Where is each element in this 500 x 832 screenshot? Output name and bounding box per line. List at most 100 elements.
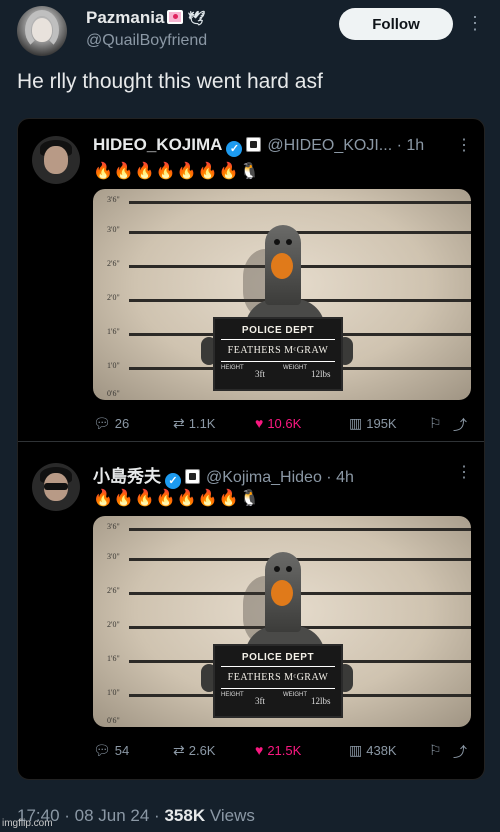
reply-stat: 💬︎ 54 xyxy=(93,742,129,759)
views-stat: ▥ 195K xyxy=(349,415,397,432)
views-count: 438K xyxy=(366,743,397,758)
penguin-beak xyxy=(271,253,293,279)
repost-stat: ⇄ 1.1K xyxy=(173,415,215,432)
like-count: 10.6K xyxy=(267,415,302,431)
embedded-screenshot[interactable]: HIDEO_KOJIMA ✓ @HIDEO_KOJI... · 1h ⋮ 🔥🔥🔥🔥🔥… xyxy=(17,118,485,780)
author-handle[interactable]: @QuailBoyfriend xyxy=(86,32,207,50)
height-tick: 3'6" xyxy=(107,522,120,531)
height-tick: 3'6" xyxy=(107,195,120,204)
height-tick: 2'6" xyxy=(107,259,120,268)
plaque-name: FEATHERS MᶜGRAW xyxy=(227,345,329,356)
tweet-divider xyxy=(18,441,484,442)
height-tick: 2'6" xyxy=(107,586,120,595)
views-total: 358K xyxy=(164,806,206,825)
embedded-action-bar: 💬︎ 26 ⇄ 1.1K ♥ 10.6K ▥ 195K ⚐ ⤴ xyxy=(93,415,471,433)
plaque-divider xyxy=(221,688,335,689)
penguin-eye xyxy=(274,566,280,572)
height-value: 3ft xyxy=(255,696,265,706)
height-tick: 2'0" xyxy=(107,620,120,629)
embedded-name: 小島秀夫 xyxy=(93,467,161,486)
author-display-name[interactable]: Pazmania 🕊 xyxy=(86,8,205,28)
mugshot-plaque: POLICE DEPT FEATHERS MᶜGRAW HEIGHT 3ft W… xyxy=(213,644,343,718)
embedded-author: HIDEO_KOJIMA ✓ @HIDEO_KOJI... · 1h xyxy=(93,135,424,157)
weight-value: 12lbs xyxy=(311,369,331,379)
height-tick: 0'6" xyxy=(107,716,120,725)
plaque-title: POLICE DEPT xyxy=(241,652,315,663)
embedded-action-bar: 💬︎ 54 ⇄ 2.6K ♥ 21.5K ▥ 438K ⚐ ⤴ xyxy=(93,742,471,760)
bar-chart-icon: ▥ xyxy=(349,415,363,431)
views-label: Views xyxy=(209,806,255,825)
more-options-icon: ⋮ xyxy=(456,464,472,481)
verified-icon: ✓ xyxy=(226,141,243,157)
weight-value: 12lbs xyxy=(311,696,331,706)
bar-chart-icon: ▥ xyxy=(349,742,363,758)
bookmark-icon: ⚐ xyxy=(429,742,442,758)
mugshot-photo: 3'6" 3'0" 2'6" 2'0" 1'6" 1'0" 0'6" POLIC… xyxy=(93,516,471,727)
height-tick: 2'0" xyxy=(107,293,120,302)
embedded-tweet: HIDEO_KOJIMA ✓ @HIDEO_KOJI... · 1h ⋮ 🔥🔥🔥🔥🔥… xyxy=(18,119,484,442)
plaque-title: POLICE DEPT xyxy=(241,325,315,336)
height-label: HEIGHT xyxy=(221,365,244,371)
more-options-icon[interactable]: ⋮ xyxy=(466,12,484,34)
like-stat: ♥ 21.5K xyxy=(255,742,301,758)
height-tick: 1'0" xyxy=(107,688,120,697)
height-tick: 3'0" xyxy=(107,552,120,561)
verified-icon: ✓ xyxy=(165,473,181,489)
affiliate-badge-icon xyxy=(246,137,262,152)
repost-count: 2.6K xyxy=(188,743,216,758)
plaque-divider xyxy=(221,361,335,362)
height-value: 3ft xyxy=(255,369,265,379)
height-tick: 0'6" xyxy=(107,389,120,398)
like-count: 21.5K xyxy=(267,742,302,758)
height-tick: 1'6" xyxy=(107,327,120,336)
share-icon: ⤴ xyxy=(453,417,467,433)
repost-icon: ⇄ xyxy=(173,415,185,431)
love-letter-icon xyxy=(167,10,184,24)
lineup-line xyxy=(129,201,471,204)
plaque-divider xyxy=(221,339,335,340)
repost-icon: ⇄ xyxy=(173,742,185,758)
heart-icon: ♥ xyxy=(255,742,264,758)
weight-label: WEIGHT xyxy=(283,365,307,371)
repost-count: 1.1K xyxy=(188,416,216,431)
watermark-text: imgflip.com xyxy=(2,818,53,829)
penguin-eye xyxy=(274,239,280,245)
tweet-text: He rlly thought this went hard asf xyxy=(17,70,323,93)
reply-count: 54 xyxy=(114,743,130,758)
mugshot-plaque: POLICE DEPT FEATHERS MᶜGRAW HEIGHT 3ft W… xyxy=(213,317,343,391)
reply-icon: 💬︎ xyxy=(93,742,111,758)
more-options-icon: ⋮ xyxy=(456,137,472,154)
reply-stat: 💬︎ 26 xyxy=(93,415,129,432)
avatar-glasses xyxy=(44,483,68,490)
tweet-header: Pazmania 🕊 @QuailBoyfriend Follow ⋮ xyxy=(0,0,500,64)
embedded-avatar xyxy=(32,136,80,184)
penguin-eye xyxy=(286,239,292,245)
heart-icon: ♥ xyxy=(255,415,264,431)
embedded-handle-time: @Kojima_Hideo · 4h xyxy=(206,469,354,486)
embedded-avatar xyxy=(32,463,80,511)
views-count: 195K xyxy=(366,416,397,431)
height-tick: 3'0" xyxy=(107,225,120,234)
plaque-name: FEATHERS MᶜGRAW xyxy=(227,672,329,683)
plaque-divider xyxy=(221,666,335,667)
penguin-eye xyxy=(286,566,292,572)
embedded-tweet-text: 🔥🔥🔥🔥🔥🔥🔥🐧 xyxy=(93,163,261,180)
bookmark-icon: ⚐ xyxy=(429,415,442,431)
embedded-tweet: 小島秀夫 ✓ @Kojima_Hideo · 4h ⋮ 🔥🔥🔥🔥🔥🔥🔥🐧 3'6" … xyxy=(18,446,484,768)
embedded-tweet-text: 🔥🔥🔥🔥🔥🔥🔥🐧 xyxy=(93,490,261,507)
repost-stat: ⇄ 2.6K xyxy=(173,742,215,759)
views-stat: ▥ 438K xyxy=(349,742,397,759)
author-avatar[interactable] xyxy=(17,6,67,56)
author-name-text: Pazmania xyxy=(86,8,165,27)
share-icon: ⤴ xyxy=(453,744,467,760)
lineup-line xyxy=(129,558,471,561)
height-label: HEIGHT xyxy=(221,692,244,698)
affiliate-badge-icon xyxy=(185,469,200,484)
lineup-line xyxy=(129,231,471,234)
reply-icon: 💬︎ xyxy=(93,415,111,431)
follow-button[interactable]: Follow xyxy=(339,8,453,40)
lineup-line xyxy=(129,528,471,531)
embedded-name: HIDEO_KOJIMA xyxy=(93,135,223,154)
like-stat: ♥ 10.6K xyxy=(255,415,301,431)
dove-icon: 🕊 xyxy=(187,10,206,26)
